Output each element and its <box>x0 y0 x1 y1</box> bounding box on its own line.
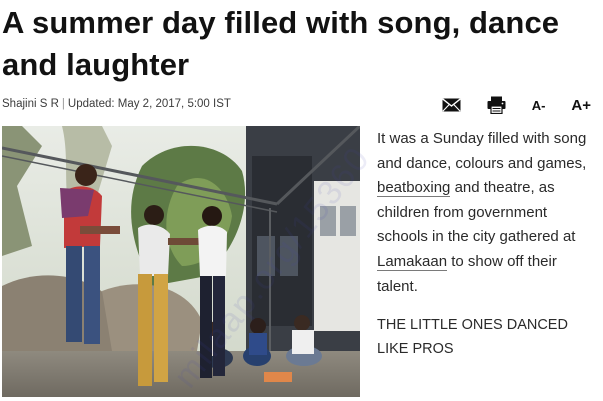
updated-timestamp: Updated: May 2, 2017, 5:00 IST <box>67 98 231 110</box>
font-decrease-button[interactable]: A- <box>532 94 546 116</box>
article-tools: A- A+ <box>441 94 591 116</box>
email-button[interactable] <box>441 94 461 116</box>
article-photo <box>2 126 360 397</box>
envelope-icon <box>441 98 461 112</box>
children-performing-photo <box>2 126 360 397</box>
lamakaan-link[interactable]: Lamakaan <box>377 252 448 271</box>
body-text-1: It was a Sunday filled with song and dan… <box>377 130 587 172</box>
beatboxing-link[interactable]: beatboxing <box>377 179 451 198</box>
article-headline: A summer day filled with song, dance and… <box>2 5 560 82</box>
section-subhead: THE LITTLE ONES DANCED LIKE PROS <box>377 317 568 357</box>
byline: Shajini S R | Updated: May 2, 2017, 5:00 I… <box>2 98 231 110</box>
article-body: It was a Sunday filled with song and dan… <box>377 127 601 299</box>
print-button[interactable] <box>487 94 506 116</box>
byline-separator: | <box>61 98 65 110</box>
printer-icon <box>487 96 506 114</box>
font-increase-button[interactable]: A+ <box>571 94 591 116</box>
author-name[interactable]: Shajini S R <box>2 98 59 110</box>
